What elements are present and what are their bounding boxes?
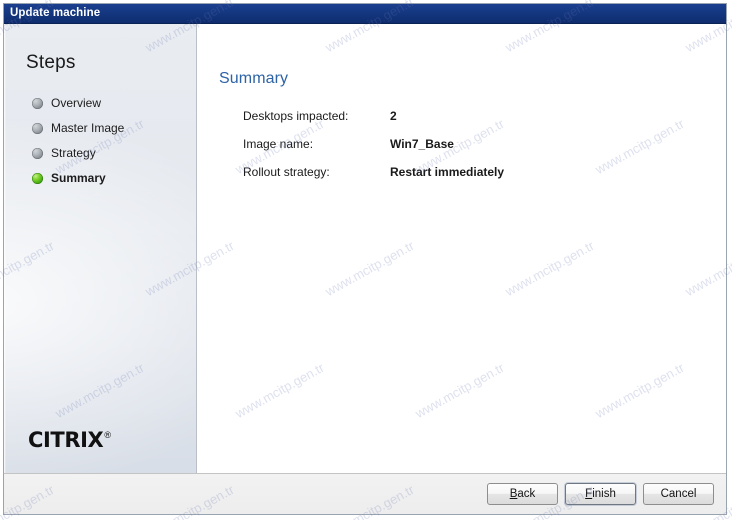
finish-button-label: inish: [592, 488, 616, 500]
sidebar-item-label: Strategy: [51, 146, 96, 160]
summary-value: Win7_Base: [390, 137, 454, 151]
citrix-trademark-icon: ®: [104, 430, 111, 440]
sidebar-item-overview[interactable]: Overview: [4, 92, 196, 114]
table-row: Image name: Win7_Base: [243, 138, 504, 166]
step-bullet-icon: [32, 147, 43, 159]
window-titlebar: Update machine: [4, 4, 726, 24]
sidebar-item-label: Summary: [51, 171, 106, 185]
back-button-label: ack: [517, 488, 536, 500]
steps-heading: Steps: [26, 52, 76, 73]
cancel-button-label: Cancel: [660, 488, 697, 500]
sidebar-item-summary[interactable]: Summary: [4, 167, 196, 189]
summary-value: 2: [390, 109, 397, 123]
step-bullet-icon: [32, 122, 43, 134]
citrix-logo: CITRIX ®: [28, 430, 196, 451]
update-machine-dialog: Update machine Steps Overview Master Ima…: [3, 3, 727, 515]
steps-list: Overview Master Image Strategy Summary: [4, 92, 196, 192]
table-row: Rollout strategy: Restart immediately: [243, 166, 504, 194]
sidebar-item-label: Master Image: [51, 121, 125, 135]
table-row: Desktops impacted: 2: [243, 110, 504, 138]
finish-button[interactable]: Finish: [565, 483, 636, 505]
sidebar-item-strategy[interactable]: Strategy: [4, 142, 196, 164]
window-title: Update machine: [10, 6, 101, 19]
dialog-footer: Back Finish Cancel: [4, 473, 726, 514]
step-bullet-active-icon: [32, 172, 43, 184]
summary-table: Desktops impacted: 2 Image name: Win7_Ba…: [243, 110, 504, 194]
finish-button-accel: F: [585, 488, 593, 500]
back-button-accel: B: [509, 488, 518, 500]
back-button[interactable]: Back: [487, 483, 558, 505]
cancel-button[interactable]: Cancel: [643, 483, 714, 505]
sidebar-item-master-image[interactable]: Master Image: [4, 117, 196, 139]
summary-label: Image name:: [243, 137, 314, 151]
main-content: Summary Desktops impacted: 2 Image name:…: [197, 24, 726, 473]
summary-label: Desktops impacted:: [243, 109, 349, 123]
dialog-body: Steps Overview Master Image Strategy Sum…: [4, 24, 726, 473]
step-bullet-icon: [32, 97, 43, 109]
page-title: Summary: [219, 70, 289, 87]
citrix-wordmark: CITRIX: [28, 428, 104, 452]
summary-value: Restart immediately: [390, 165, 505, 179]
summary-label: Rollout strategy:: [243, 165, 330, 179]
sidebar-item-label: Overview: [51, 96, 102, 110]
steps-sidebar: Steps Overview Master Image Strategy Sum…: [4, 24, 197, 473]
